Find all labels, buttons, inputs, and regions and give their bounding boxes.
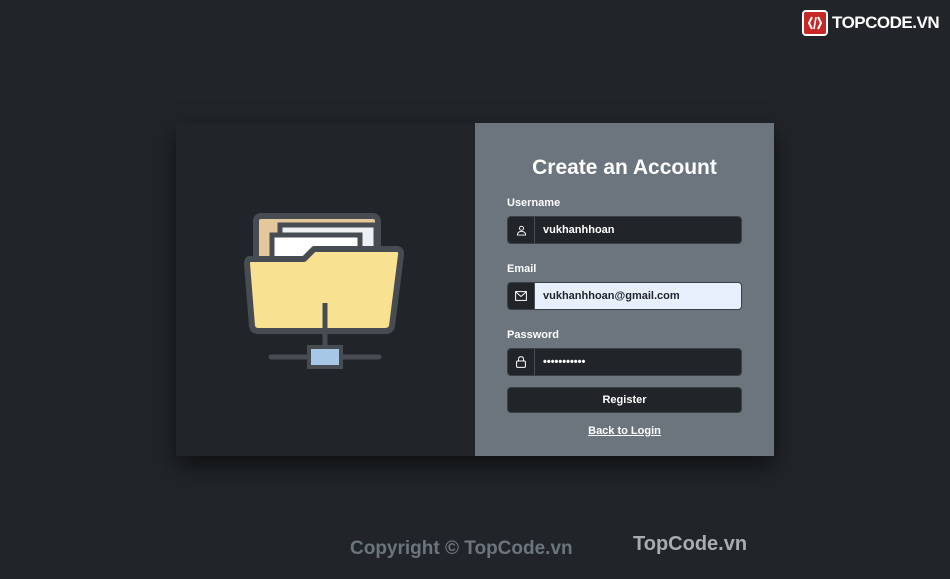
email-input[interactable] <box>535 283 741 309</box>
email-group <box>507 282 742 310</box>
lock-icon <box>508 349 535 375</box>
code-brackets-icon <box>802 10 828 36</box>
register-button[interactable]: Register <box>507 387 742 413</box>
shared-folder-icon <box>244 213 404 369</box>
password-input[interactable] <box>535 349 741 375</box>
copyright-text: Copyright © TopCode.vn <box>350 538 573 559</box>
password-label: Password <box>507 329 559 341</box>
username-group <box>507 216 742 244</box>
form-panel: Create an Account Username Email <box>475 123 774 456</box>
user-icon <box>508 217 535 243</box>
logo-text: TOPCODE.VN <box>832 13 940 32</box>
register-card: Create an Account Username Email <box>176 123 774 456</box>
username-input[interactable] <box>535 217 741 243</box>
watermark-text: TopCode.vn <box>633 533 748 555</box>
envelope-icon <box>508 283 535 309</box>
email-label: Email <box>507 263 537 275</box>
back-to-login-link[interactable]: Back to Login <box>507 425 742 437</box>
password-group <box>507 348 742 376</box>
topcode-logo: TOPCODE.VN <box>802 10 940 36</box>
form-title: Create an Account <box>532 156 717 179</box>
username-label: Username <box>507 197 561 209</box>
page: TOPCODE.VN Create an Account Username vu… <box>0 0 950 579</box>
illustration-panel <box>176 123 475 456</box>
